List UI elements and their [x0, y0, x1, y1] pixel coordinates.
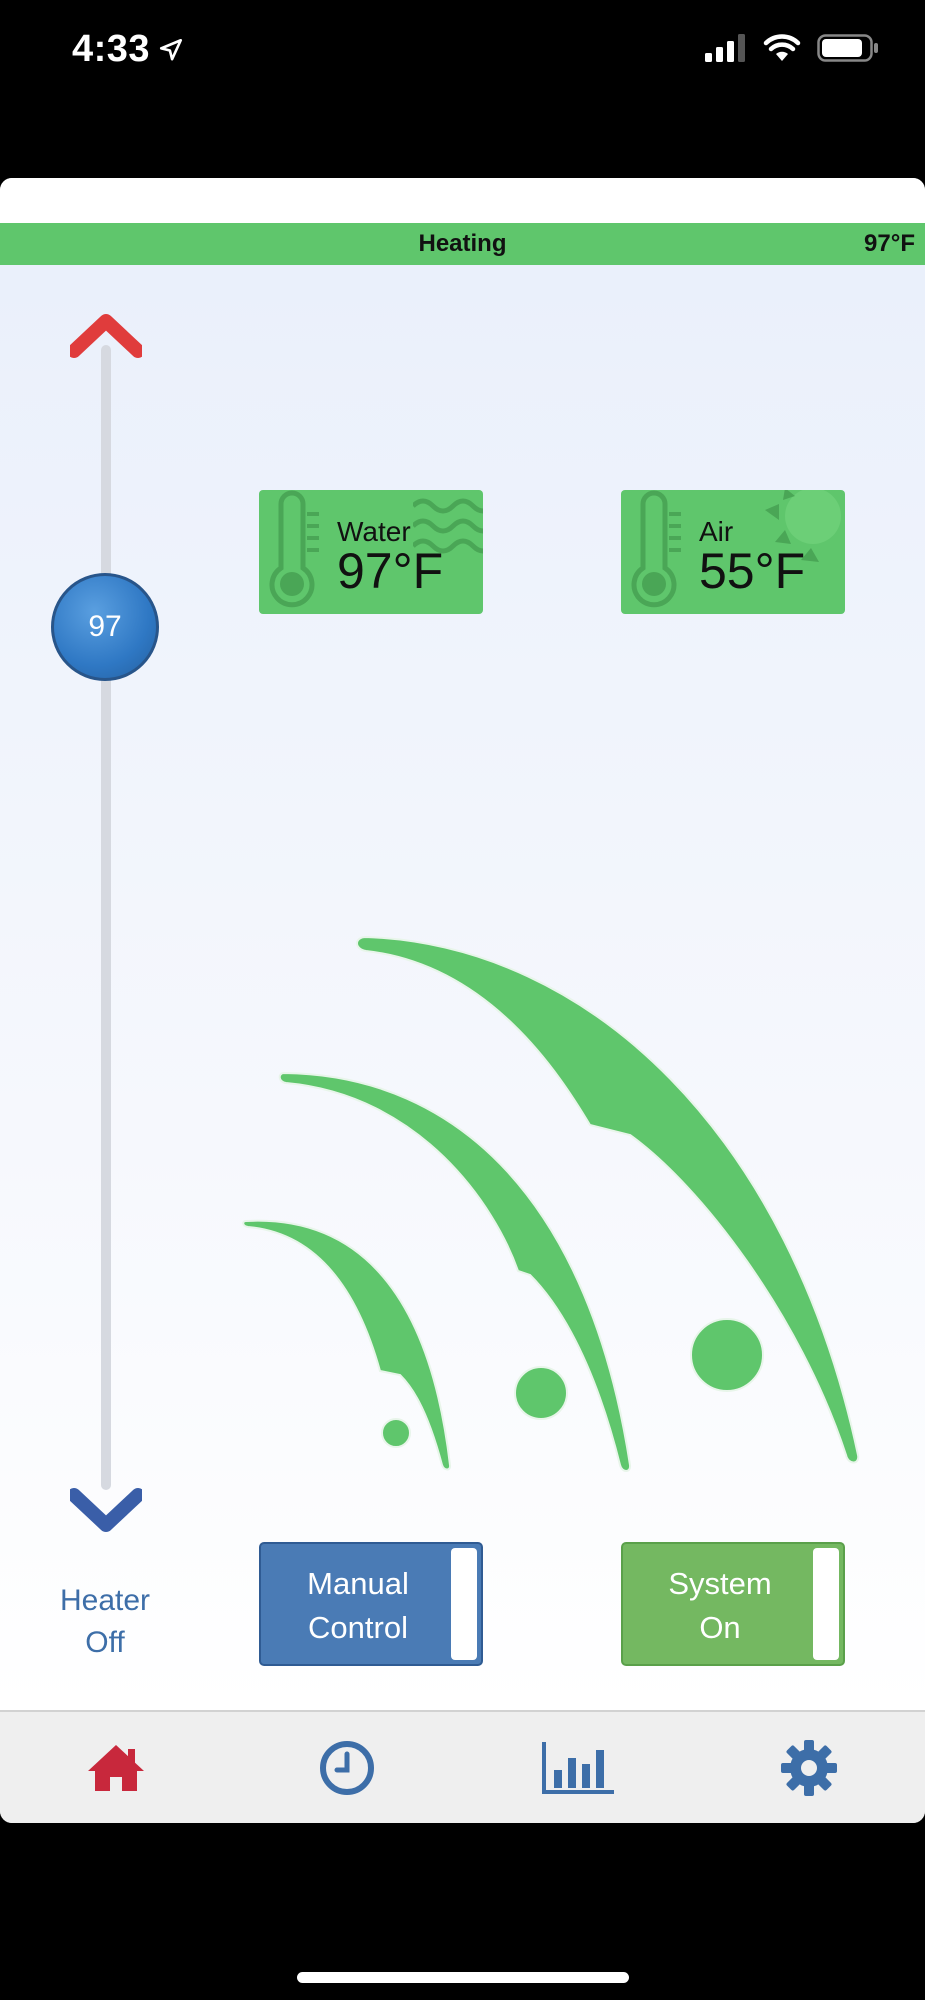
increase-arrow-icon[interactable]: [70, 313, 142, 359]
bar-chart-icon: [541, 1741, 614, 1794]
tab-settings[interactable]: [693, 1712, 924, 1823]
main-panel: 97 Heater Off Water 97°F Air 55°F Manual…: [0, 265, 925, 1710]
bottom-tab-bar: [0, 1710, 925, 1823]
tab-home[interactable]: [0, 1712, 231, 1823]
manual-control-label: Manual Control: [307, 1566, 409, 1645]
gear-icon: [780, 1739, 837, 1796]
location-arrow-icon: [160, 38, 183, 61]
header-temperature: 97°F: [864, 230, 915, 257]
heating-waves-icon: [242, 935, 860, 1472]
home-indicator[interactable]: [297, 1972, 629, 1983]
system-on-toggle[interactable]: System On: [621, 1542, 845, 1666]
status-bar-time: 4:33: [72, 28, 184, 71]
home-icon: [87, 1744, 144, 1791]
wifi-icon: [763, 34, 801, 61]
system-on-label: System On: [668, 1566, 772, 1645]
tab-schedule[interactable]: [231, 1712, 462, 1823]
mode-status-strip: Heating 97°F: [0, 223, 925, 265]
heater-status-line1: Heater: [59, 1584, 151, 1617]
battery-icon: [817, 34, 878, 62]
tab-history[interactable]: [462, 1712, 693, 1823]
status-bar-indicators: [705, 34, 879, 62]
heater-status-line2: Off: [85, 1626, 125, 1659]
setpoint-slider-knob[interactable]: 97: [51, 573, 159, 681]
thermometer-icon: [631, 490, 681, 608]
thermometer-icon: [269, 490, 319, 608]
manual-control-toggle[interactable]: Manual Control: [259, 1542, 483, 1666]
app-container: Heating 97°F 97 Heater Off Water 97°F Ai…: [0, 178, 925, 1823]
air-temperature-value: 55°F: [699, 543, 806, 599]
system-on-toggle-knob[interactable]: [813, 1548, 839, 1660]
water-temperature-value: 97°F: [337, 543, 444, 599]
air-temperature-tile: Air 55°F: [621, 490, 845, 614]
decrease-arrow-icon[interactable]: [70, 1487, 142, 1533]
setpoint-slider-track[interactable]: [101, 345, 111, 1490]
app-top-bar: [0, 178, 925, 223]
cellular-signal-icon: [705, 34, 745, 62]
mode-label: Heating: [418, 230, 507, 257]
clock-icon: [319, 1740, 374, 1795]
heater-status: Heater Off: [30, 1580, 180, 1664]
manual-control-toggle-knob[interactable]: [451, 1548, 477, 1660]
status-time-text: 4:33: [72, 28, 151, 70]
water-temperature-tile: Water 97°F: [259, 490, 483, 614]
